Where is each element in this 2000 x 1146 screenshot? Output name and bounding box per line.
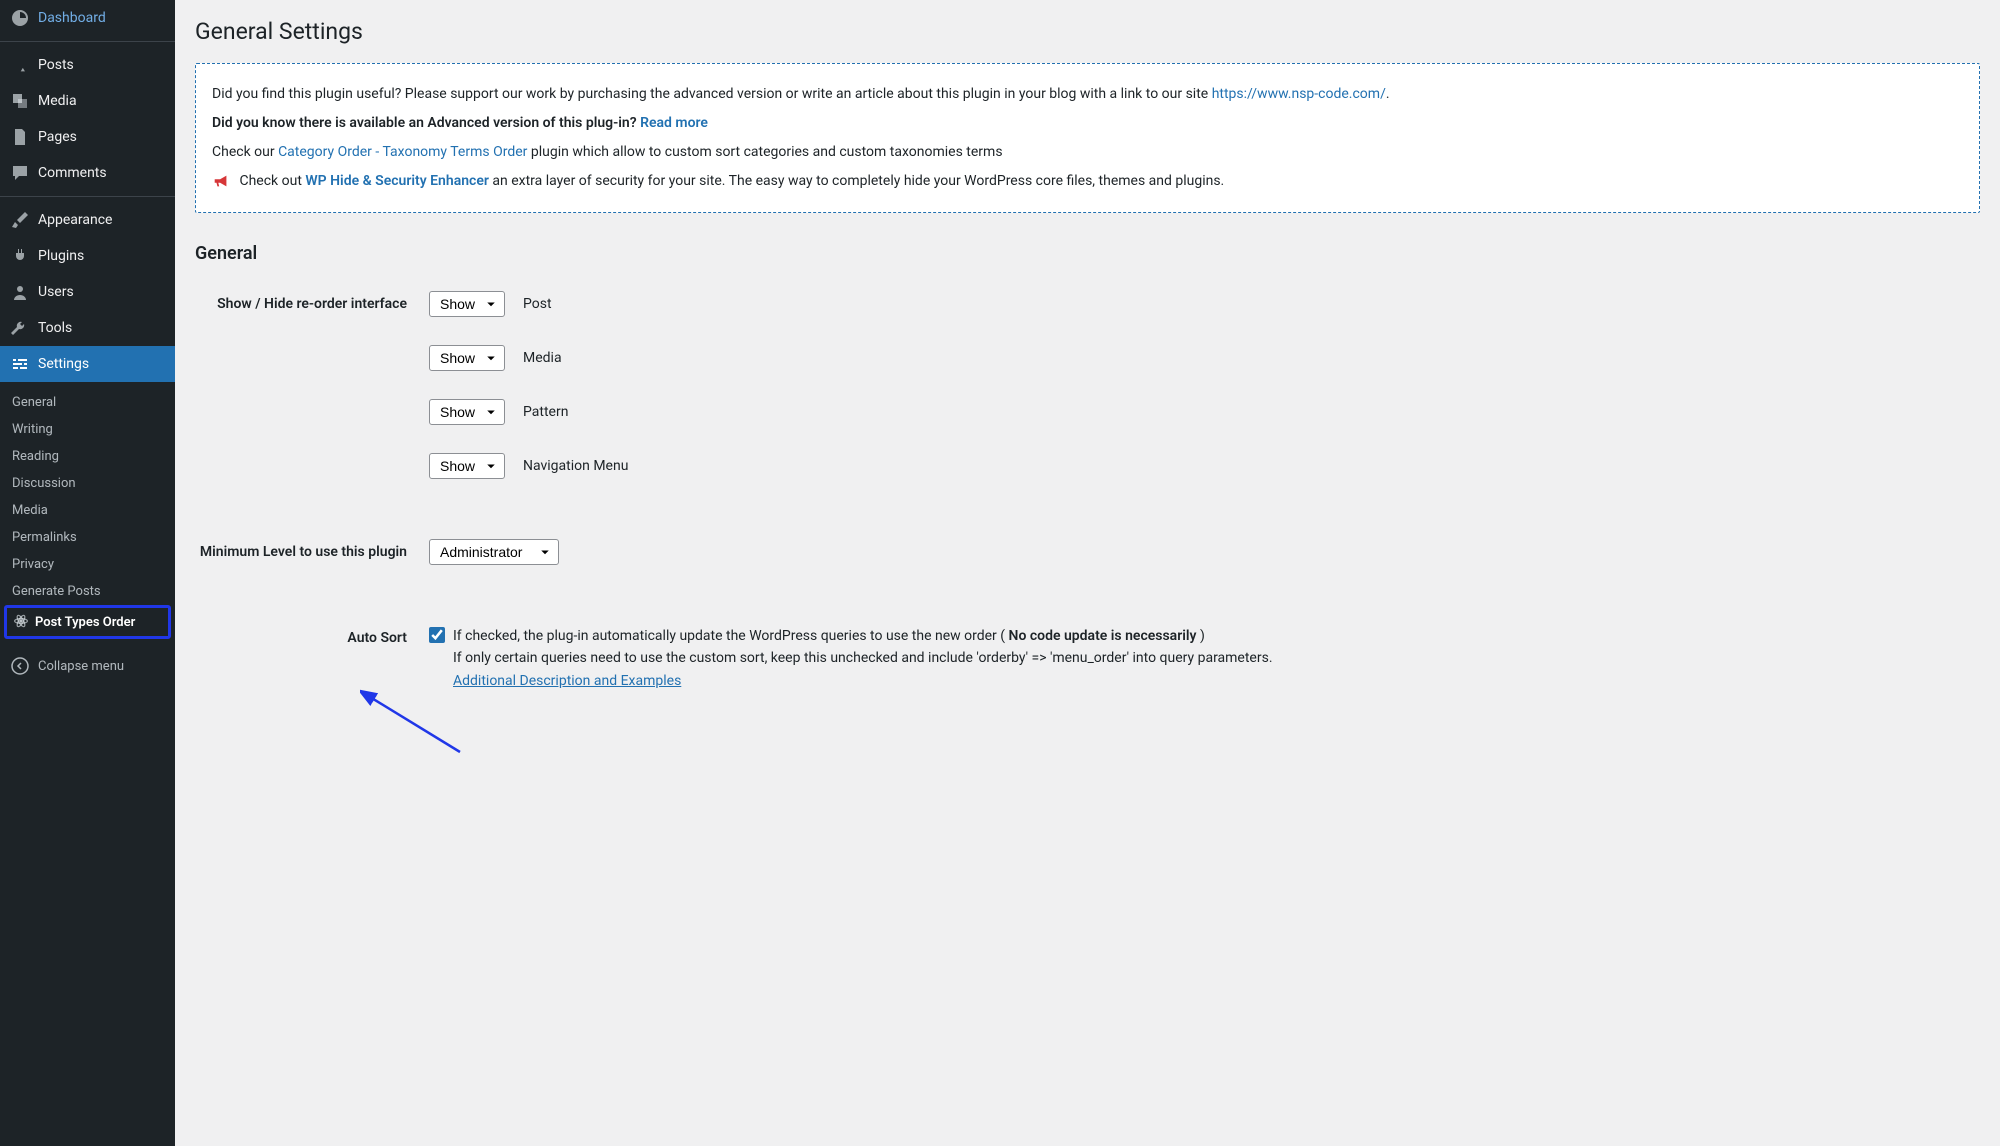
autosort-label: Auto Sort <box>197 610 417 707</box>
read-more-link[interactable]: Read more <box>640 115 708 131</box>
notice-line-support: Did you find this plugin useful? Please … <box>212 84 1963 105</box>
bullhorn-icon <box>212 172 230 190</box>
dashboard-icon <box>10 8 30 28</box>
user-icon <box>10 282 30 302</box>
sidebar-item-media[interactable]: Media <box>0 83 175 119</box>
sidebar-item-label: Settings <box>38 356 89 372</box>
submenu-reading[interactable]: Reading <box>0 443 175 470</box>
sidebar-item-appearance[interactable]: Appearance <box>0 202 175 238</box>
reorder-select-post[interactable]: Show <box>429 291 505 317</box>
reorder-select-navigation[interactable]: Show <box>429 453 505 479</box>
sidebar-item-label: Dashboard <box>38 10 106 26</box>
autosort-checkbox[interactable] <box>429 627 445 643</box>
minlevel-row: Administrator <box>429 539 1968 565</box>
page-title: General Settings <box>195 18 1980 45</box>
nsp-code-link[interactable]: https://www.nsp-code.com/ <box>1212 86 1386 102</box>
sidebar-item-plugins[interactable]: Plugins <box>0 238 175 274</box>
comment-icon <box>10 163 30 183</box>
sidebar-item-settings[interactable]: Settings <box>0 346 175 382</box>
notice-line-taxonomy: Check our Category Order - Taxonomy Term… <box>212 142 1963 163</box>
sidebar-item-tools[interactable]: Tools <box>0 310 175 346</box>
wrench-icon <box>10 318 30 338</box>
reorder-label-media: Media <box>523 350 562 366</box>
collapse-menu[interactable]: Collapse menu <box>0 646 175 686</box>
notice-line-advanced: Did you know there is available an Advan… <box>212 113 1963 134</box>
wp-hide-link[interactable]: WP Hide & Security Enhancer <box>305 173 489 189</box>
sidebar-item-label: Posts <box>38 57 74 73</box>
reorder-row-media: Show Media <box>429 345 1968 371</box>
submenu-general[interactable]: General <box>0 389 175 416</box>
minlevel-label: Minimum Level to use this plugin <box>197 524 417 608</box>
submenu-media[interactable]: Media <box>0 497 175 524</box>
reorder-row-pattern: Show Pattern <box>429 399 1968 425</box>
admin-sidebar: Dashboard Posts Media Pages Comments App… <box>0 0 175 1146</box>
collapse-label: Collapse menu <box>38 659 124 674</box>
settings-form: Show / Hide re-order interface Show Post… <box>195 274 1980 709</box>
sidebar-item-pages[interactable]: Pages <box>0 119 175 155</box>
settings-submenu: General Writing Reading Discussion Media… <box>0 382 175 646</box>
pin-icon <box>10 55 30 75</box>
sidebar-item-comments[interactable]: Comments <box>0 155 175 191</box>
plug-icon <box>10 246 30 266</box>
sidebar-item-users[interactable]: Users <box>0 274 175 310</box>
showhide-label: Show / Hide re-order interface <box>197 276 417 522</box>
sidebar-item-posts[interactable]: Posts <box>0 47 175 83</box>
autosort-row: If checked, the plug-in automatically up… <box>429 625 1968 692</box>
reorder-select-pattern[interactable]: Show <box>429 399 505 425</box>
submenu-privacy[interactable]: Privacy <box>0 551 175 578</box>
sidebar-item-label: Users <box>38 284 74 300</box>
submenu-permalinks[interactable]: Permalinks <box>0 524 175 551</box>
brush-icon <box>10 210 30 230</box>
main-content: General Settings Did you find this plugi… <box>175 0 2000 1146</box>
reorder-label-pattern: Pattern <box>523 404 568 420</box>
reorder-label-navigation: Navigation Menu <box>523 458 628 474</box>
submenu-item-label: Post Types Order <box>35 615 135 630</box>
sidebar-item-label: Comments <box>38 165 107 181</box>
sidebar-item-label: Appearance <box>38 212 112 228</box>
page-icon <box>10 127 30 147</box>
taxonomy-plugin-link[interactable]: Category Order - Taxonomy Terms Order <box>278 144 527 160</box>
submenu-generate-posts[interactable]: Generate Posts <box>0 578 175 605</box>
reorder-select-media[interactable]: Show <box>429 345 505 371</box>
plugin-notice: Did you find this plugin useful? Please … <box>195 63 1980 213</box>
submenu-writing[interactable]: Writing <box>0 416 175 443</box>
sidebar-item-label: Pages <box>38 129 77 145</box>
sidebar-item-label: Plugins <box>38 248 84 264</box>
sidebar-item-label: Tools <box>38 320 72 336</box>
media-icon <box>10 91 30 111</box>
sidebar-item-label: Media <box>38 93 77 109</box>
section-general-heading: General <box>195 243 1980 264</box>
autosort-description: If checked, the plug-in automatically up… <box>453 625 1273 692</box>
notice-line-wphide: Check out WP Hide & Security Enhancer an… <box>212 171 1963 192</box>
reorder-row-navigation: Show Navigation Menu <box>429 453 1968 479</box>
submenu-discussion[interactable]: Discussion <box>0 470 175 497</box>
autosort-examples-link[interactable]: Additional Description and Examples <box>453 673 681 689</box>
sidebar-item-dashboard[interactable]: Dashboard <box>0 0 175 36</box>
collapse-icon <box>10 656 30 676</box>
minlevel-select[interactable]: Administrator <box>429 539 559 565</box>
reorder-label-post: Post <box>523 296 552 312</box>
submenu-post-types-order[interactable]: Post Types Order <box>4 605 171 639</box>
reorder-row-post: Show Post <box>429 291 1968 317</box>
sliders-icon <box>10 354 30 374</box>
atom-icon <box>13 613 31 631</box>
